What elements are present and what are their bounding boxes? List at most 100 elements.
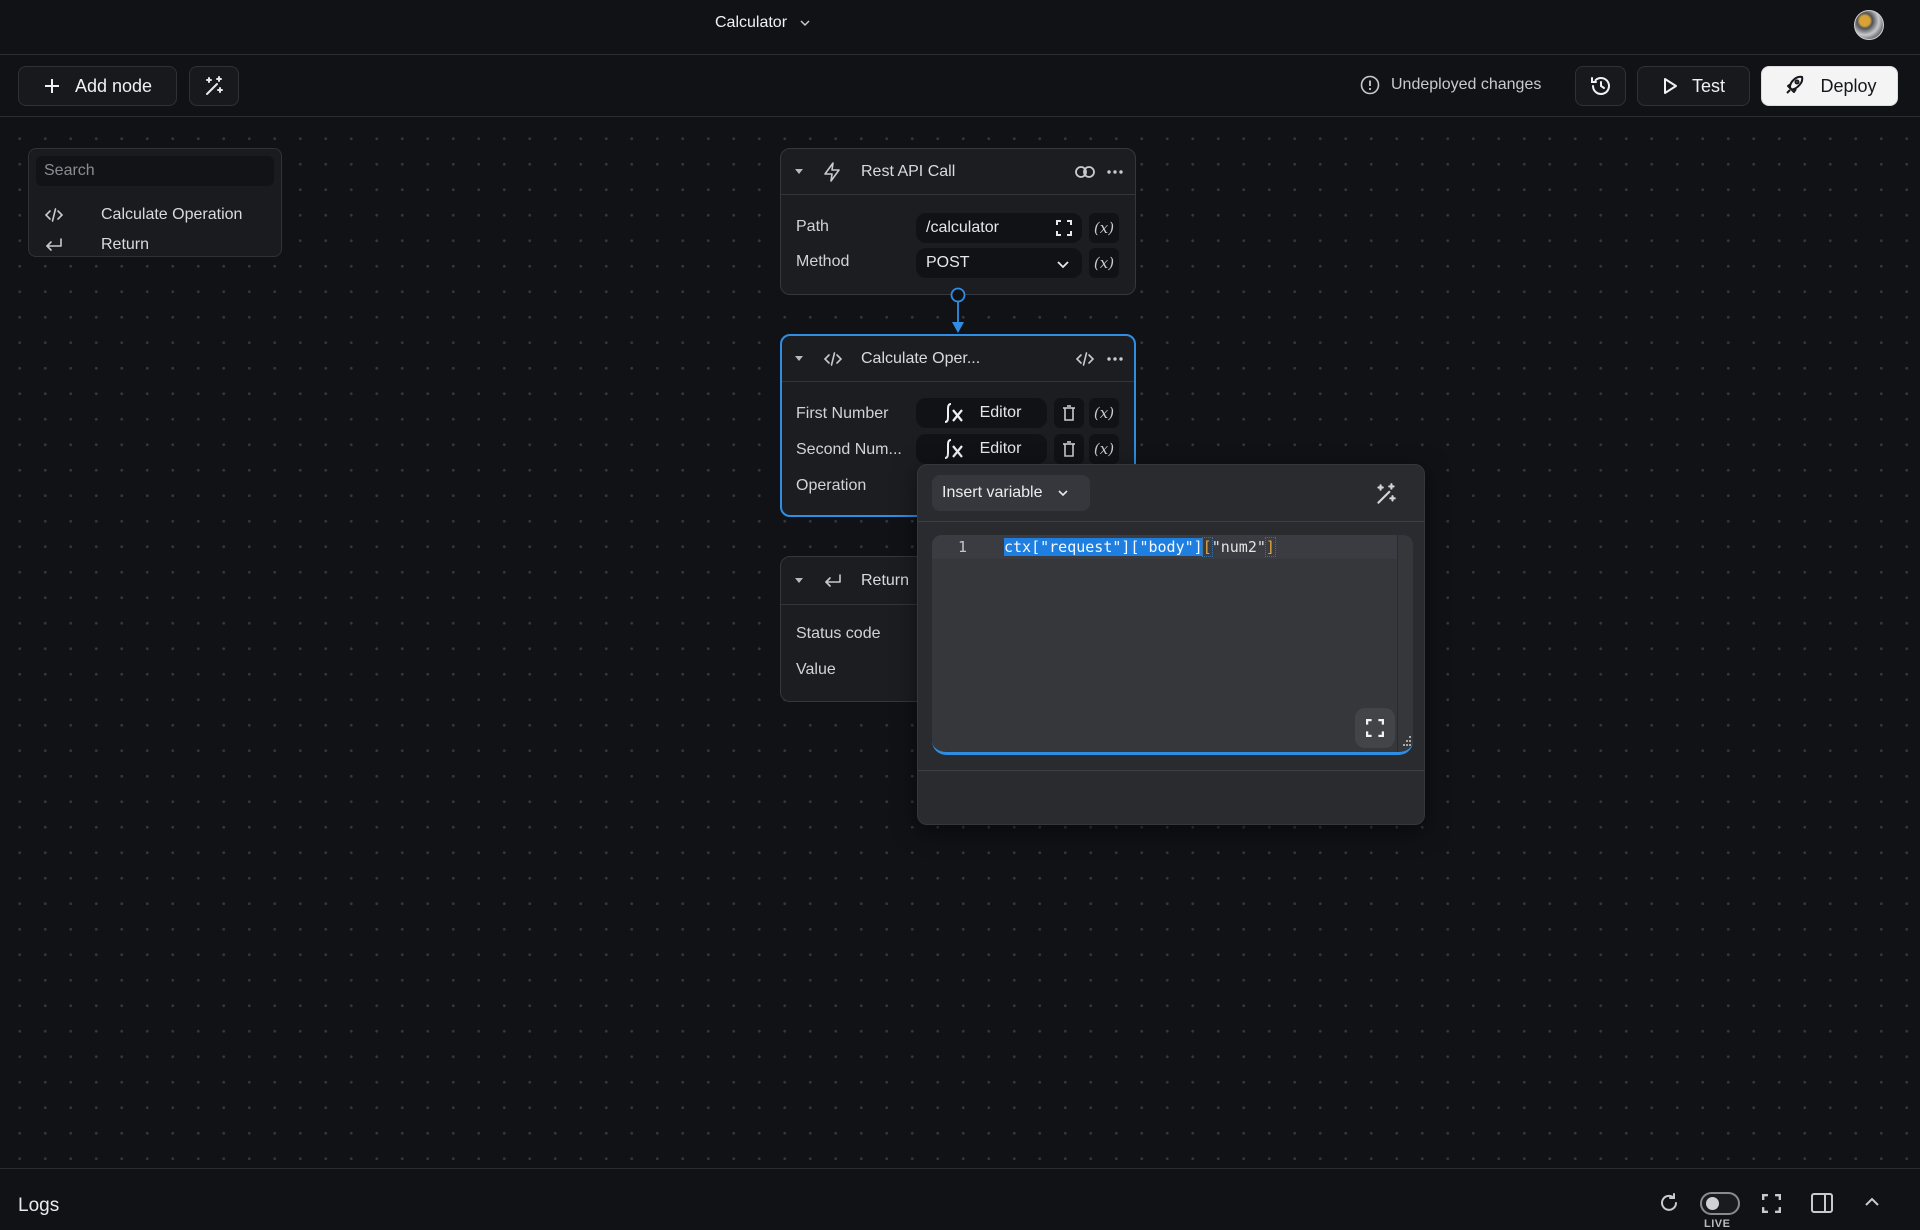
return-icon [44, 237, 64, 253]
variable-toggle-button[interactable]: (x) [1089, 398, 1119, 428]
code-icon [823, 351, 843, 367]
plus-icon [43, 77, 61, 95]
collapse-caret-icon[interactable] [795, 578, 803, 583]
field-label-second-number: Second Num... [796, 441, 902, 458]
code-input[interactable]: 1 ctx["request"]["body"]["num2"] [932, 535, 1413, 755]
method-value: POST [926, 254, 970, 271]
lightning-icon [823, 161, 841, 182]
deploy-label: Deploy [1820, 75, 1877, 96]
variable-icon: (x) [1093, 440, 1115, 458]
link-icon[interactable] [1075, 165, 1095, 178]
insert-variable-label: Insert variable [942, 484, 1043, 501]
delete-button[interactable] [1054, 398, 1084, 428]
live-label: LIVE [1704, 1218, 1731, 1230]
refresh-icon[interactable] [1658, 1192, 1680, 1214]
live-toggle[interactable] [1700, 1192, 1740, 1215]
expand-icon[interactable] [1056, 220, 1072, 236]
editor-scrollbar[interactable] [1397, 535, 1398, 752]
variable-icon: (x) [1093, 254, 1115, 272]
magic-wand-icon[interactable] [1373, 481, 1399, 507]
editor-label: Editor [979, 440, 1022, 457]
test-button[interactable]: Test [1637, 66, 1750, 106]
function-icon [942, 438, 968, 460]
add-node-label: Add node [74, 75, 153, 96]
method-select[interactable]: POST [916, 248, 1082, 278]
trash-icon [1062, 405, 1076, 421]
undeployed-status: Undeployed changes [1360, 75, 1541, 95]
deploy-button[interactable]: Deploy [1761, 66, 1898, 106]
divider [918, 770, 1424, 771]
node-search-input[interactable] [36, 156, 274, 186]
editor-label: Editor [979, 404, 1022, 421]
user-avatar[interactable] [1854, 10, 1884, 40]
node-list-panel: Calculate Operation Return [28, 148, 282, 257]
logs-title[interactable]: Logs [18, 1195, 59, 1217]
code-icon [44, 207, 64, 223]
delete-button[interactable] [1054, 434, 1084, 464]
variable-icon: (x) [1093, 404, 1115, 422]
more-options-icon[interactable] [1107, 356, 1123, 361]
app-title-dropdown[interactable]: Calculator [715, 14, 811, 32]
bracket-match: [ [1201, 537, 1213, 557]
insert-variable-dropdown[interactable]: Insert variable [932, 475, 1090, 511]
variable-toggle-button[interactable]: (x) [1089, 213, 1119, 243]
add-node-button[interactable]: Add node [18, 66, 177, 106]
variable-icon: (x) [1093, 219, 1115, 237]
code-token: "num2" [1211, 538, 1266, 556]
play-icon [1662, 77, 1678, 95]
code-selection: ctx["request"]["body"] [1004, 538, 1203, 556]
node-list-item-label: Return [101, 236, 150, 253]
node-list-item-return[interactable]: Return [29, 230, 283, 260]
field-label-status-code: Status code [796, 625, 881, 642]
field-label-first-number: First Number [796, 405, 889, 422]
divider [918, 521, 1424, 522]
line-number: 1 [958, 538, 968, 556]
node-list-item-calculate-operation[interactable]: Calculate Operation [29, 200, 283, 230]
variable-toggle-button[interactable]: (x) [1089, 248, 1119, 278]
node-header: Rest API Call [781, 149, 1135, 195]
first-number-editor-button[interactable]: Editor [916, 398, 1047, 428]
code-icon[interactable] [1075, 351, 1095, 367]
toggle-knob [1706, 1197, 1719, 1210]
expand-icon [1366, 719, 1384, 737]
chevron-down-icon [1056, 260, 1070, 269]
resize-handle-icon[interactable] [1400, 735, 1412, 749]
chevron-up-icon[interactable] [1864, 1197, 1880, 1207]
node-list-item-label: Calculate Operation [101, 206, 243, 223]
node-title: Calculate Oper... [861, 349, 981, 367]
fullscreen-editor-button[interactable] [1355, 708, 1395, 748]
magic-wand-icon [202, 74, 226, 98]
chevron-down-icon [1057, 489, 1069, 497]
history-button[interactable] [1575, 66, 1626, 106]
path-input[interactable]: /calculator [916, 213, 1082, 243]
undeployed-text: Undeployed changes [1391, 76, 1542, 93]
more-options-icon[interactable] [1107, 169, 1123, 174]
side-panel-icon[interactable] [1811, 1193, 1833, 1213]
second-number-editor-button[interactable]: Editor [916, 434, 1047, 464]
field-label-path: Path [796, 218, 829, 235]
code-line: ctx["request"]["body"]["num2"] [1004, 537, 1276, 557]
return-icon [823, 573, 843, 589]
top-bar: Calculator [0, 0, 1920, 55]
node-title: Rest API Call [861, 162, 956, 180]
chevron-down-icon [799, 19, 811, 27]
toolbar: Add node Undeployed changes Test Deploy [0, 55, 1920, 117]
bracket-match: ] [1264, 537, 1276, 557]
field-label-operation: Operation [796, 477, 867, 494]
fullscreen-icon[interactable] [1762, 1194, 1781, 1213]
alert-circle-icon [1360, 75, 1380, 95]
field-label-value: Value [796, 661, 836, 678]
collapse-caret-icon[interactable] [795, 356, 803, 361]
logs-bar: Logs LIVE [0, 1168, 1920, 1230]
field-label-method: Method [796, 253, 850, 270]
function-icon [942, 402, 968, 424]
node-header: Calculate Oper... [782, 336, 1134, 382]
ai-assist-button[interactable] [189, 66, 239, 106]
node-rest-api-call[interactable]: Rest API Call Path /calculator (x) Metho… [780, 148, 1136, 295]
trash-icon [1062, 441, 1076, 457]
variable-toggle-button[interactable]: (x) [1089, 434, 1119, 464]
test-label: Test [1691, 75, 1725, 96]
node-connector[interactable] [948, 287, 968, 335]
collapse-caret-icon[interactable] [795, 169, 803, 174]
app-title: Calculator [715, 14, 788, 31]
